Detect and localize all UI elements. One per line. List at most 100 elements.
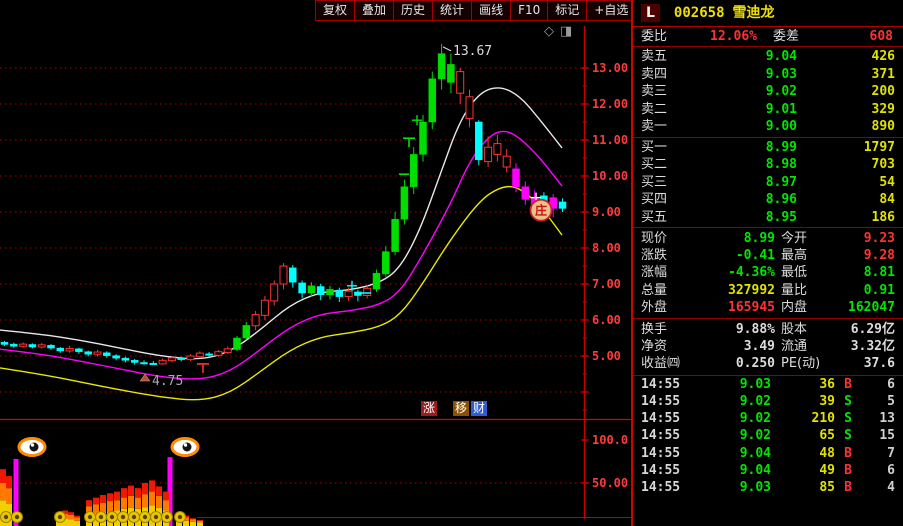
candle-body	[391, 218, 399, 252]
ask-levels: 卖五 9.04 426 卖四 9.03 371 卖三 9.02 200 卖二 9.01 329 卖一 9.…	[633, 47, 903, 138]
sub-axis-label: 50.00	[592, 476, 628, 490]
stat-value: -0.41	[735, 248, 775, 264]
tick-count: 6	[887, 376, 895, 392]
toolbar-button-2[interactable]: 历史	[394, 0, 434, 21]
candle-body	[558, 201, 567, 209]
ask-row[interactable]: 卖四 9.03 371	[633, 66, 903, 84]
sub-stacked-bar	[135, 488, 141, 498]
tick-side: B	[844, 376, 852, 392]
toolbar-button-5[interactable]: F10	[511, 0, 549, 21]
sub-stacked-bar	[142, 494, 148, 508]
sub-stacked-bar	[74, 515, 80, 518]
toolbar-button-3[interactable]: 统计	[433, 0, 473, 21]
fund-label: 流通	[781, 339, 808, 355]
chart-badge-1[interactable]: 移	[453, 401, 470, 416]
tick-count: 7	[887, 445, 895, 461]
sub-stacked-bar	[74, 517, 80, 521]
tick-side: B	[844, 462, 852, 478]
candle-body	[493, 143, 502, 155]
stat-value: 165945	[728, 299, 775, 315]
tick-row: 14:55 9.02 39 S 5	[633, 393, 903, 410]
diamond-icon[interactable]: ◇	[544, 24, 560, 39]
main-chart[interactable]: 13.00 12.00 11.00 10.00 9.00 8.00 7.00 6.00 5.00…	[0, 0, 633, 526]
ask-label: 卖一	[641, 119, 668, 134]
tick-volume: 85	[819, 480, 835, 496]
tick-volume: 49	[819, 462, 835, 478]
sub-stacked-bar	[68, 519, 74, 526]
fund-value: 3.49	[743, 339, 775, 355]
bid-row[interactable]: 买三 8.97 54	[633, 174, 903, 192]
fund-value: 37.6	[863, 356, 895, 372]
ask-volume: 426	[871, 49, 895, 64]
candle-body	[28, 344, 37, 348]
stock-name[interactable]: 雪迪龙	[733, 0, 775, 26]
ask-volume: 890	[871, 119, 895, 134]
bid-price: 8.97	[765, 174, 797, 190]
fund-row: 收益㈣ 0.250 PE(动) 37.6	[633, 355, 903, 372]
toolbar-button-7[interactable]: +自选	[587, 0, 637, 21]
candle-body	[316, 286, 325, 296]
toolbar-button-6[interactable]: 标记	[548, 0, 588, 21]
fund-value: 0.250	[735, 356, 775, 372]
eye-icon	[183, 443, 188, 447]
sub-stacked-bar	[128, 485, 134, 496]
candle-body	[335, 289, 344, 297]
ask-row[interactable]: 卖二 9.01 329	[633, 101, 903, 119]
sub-stacked-bar	[100, 502, 106, 513]
candle-body	[93, 351, 102, 355]
tick-side: S	[844, 411, 852, 427]
sub-stacked-bar	[197, 520, 203, 523]
bid-label: 买五	[641, 209, 668, 225]
tick-row: 14:55 9.04 49 B 6	[633, 462, 903, 479]
fund-value: 3.32亿	[850, 339, 895, 355]
coin-icon	[3, 514, 9, 520]
panel-toggle-icon[interactable]: ◨	[560, 24, 578, 39]
toolbar-button-1[interactable]: 叠加	[355, 0, 395, 21]
ask-row[interactable]: 卖五 9.04 426	[633, 48, 903, 66]
bid-row[interactable]: 买四 8.96 84	[633, 191, 903, 209]
bid-volume: 54	[879, 174, 895, 190]
tick-row: 14:55 9.03 85 B 4	[633, 479, 903, 496]
toolbar-button-0[interactable]: 复权	[315, 0, 356, 21]
sub-stacked-bar	[121, 497, 127, 509]
sub-stacked-bar	[128, 495, 134, 508]
candle-body	[270, 283, 279, 302]
sub-stacked-bar	[107, 493, 113, 502]
sub-stacked-bar	[6, 476, 12, 489]
bid-row[interactable]: 买一 8.99 1797	[633, 139, 903, 157]
stat-label: 涨幅	[641, 265, 668, 281]
bid-row[interactable]: 买五 8.95 186	[633, 209, 903, 227]
candle-body	[363, 287, 372, 297]
indicator-badges: 涨移财	[421, 401, 489, 416]
chart-badge-0[interactable]: 涨	[421, 401, 438, 416]
fund-label: 换手	[641, 321, 668, 337]
weicha-value: 608	[869, 29, 893, 44]
tick-volume: 36	[819, 376, 835, 392]
candle-body	[242, 325, 251, 339]
chart-region: 13.00 12.00 11.00 10.00 9.00 8.00 7.00 6.00 5.00…	[0, 0, 676, 526]
tick-list: 14:55 9.03 36 B 6 14:55 9.02 39 S 5 14:55 9.02 210 S 1…	[633, 376, 903, 497]
sub-stacked-bar	[142, 483, 148, 495]
stat-value: 327992	[728, 282, 775, 298]
chart-badge-2[interactable]: 财	[471, 401, 488, 416]
tick-price: 9.02	[739, 393, 771, 409]
sub-stacked-bar	[156, 495, 162, 508]
stat-value: 9.23	[863, 231, 895, 246]
ask-row[interactable]: 卖三 9.02 200	[633, 83, 903, 101]
tick-count: 5	[887, 393, 895, 409]
axis-label: 10.00	[592, 169, 628, 183]
ask-row[interactable]: 卖一 9.00 890	[633, 118, 903, 136]
candle-body	[205, 353, 213, 356]
stat-row: 涨跌 -0.41 最高 9.28	[633, 247, 903, 264]
sub-stacked-bar	[197, 519, 203, 521]
candle-body	[214, 351, 223, 356]
sub-stacked-bar	[93, 497, 99, 505]
tick-row: 14:55 9.03 36 B 6	[633, 376, 903, 393]
toolbar-button-4[interactable]: 画线	[472, 0, 512, 21]
bid-label: 买一	[641, 139, 668, 155]
sub-stacked-bar	[114, 500, 120, 511]
sub-axis-label: 100.0	[592, 433, 628, 447]
bid-volume: 84	[879, 192, 895, 207]
stock-code[interactable]: 002658	[674, 0, 725, 26]
bid-row[interactable]: 买二 8.98 703	[633, 156, 903, 174]
